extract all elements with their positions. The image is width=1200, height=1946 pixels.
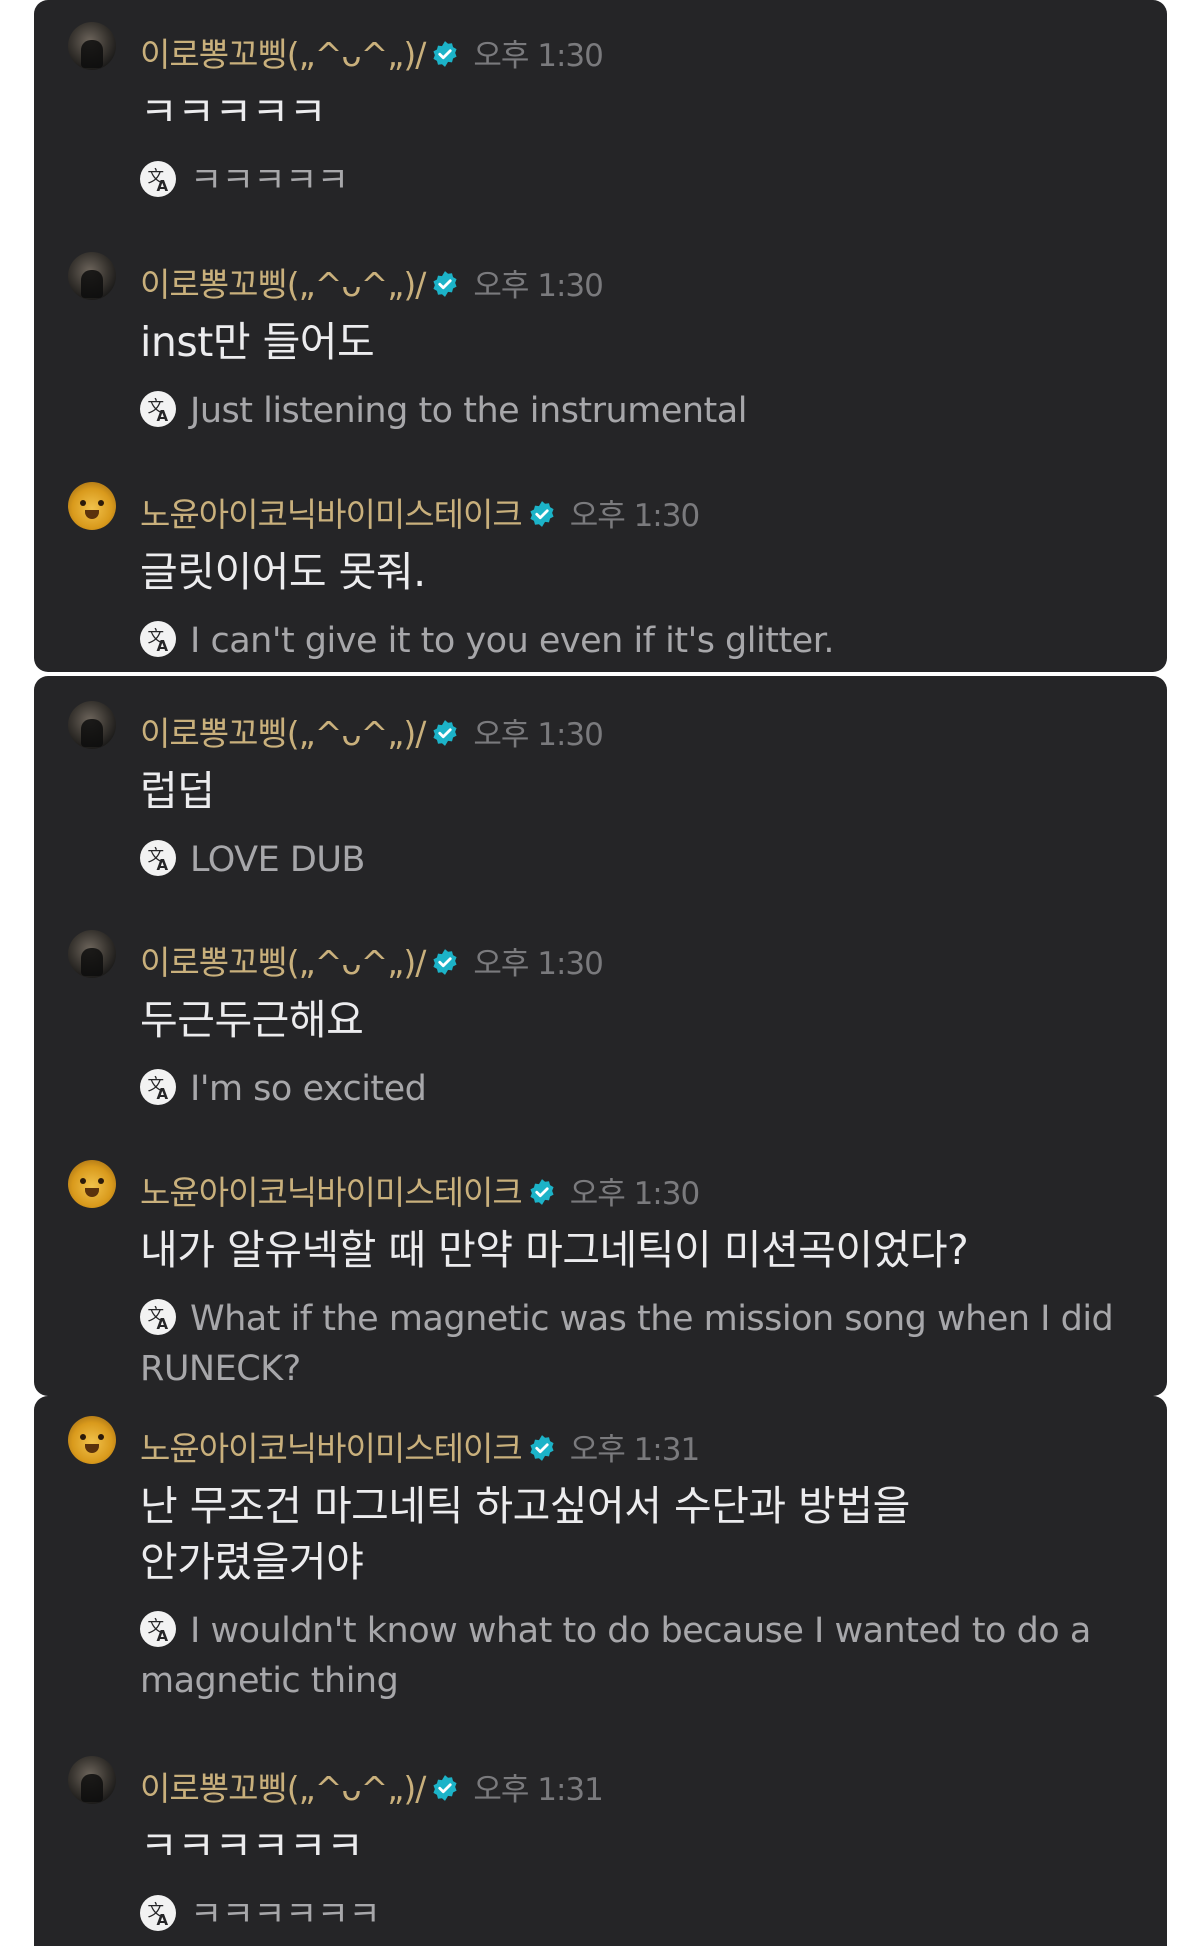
translation-row: 文 A I'm so excited (140, 1064, 1147, 1114)
translation-text: ㅋㅋㅋㅋㅋ (190, 161, 349, 201)
message-text: inst만 들어도 (140, 318, 375, 366)
translation-row: 文 A LOVE DUB (140, 835, 1147, 885)
translation-text: LOVE DUB (190, 840, 365, 880)
translation-row: 文AI wouldn't know what to do because I w… (140, 1606, 1147, 1706)
user-avatar[interactable] (68, 252, 116, 300)
svg-text:A: A (157, 407, 169, 425)
verified-badge-icon (530, 1178, 554, 1205)
translate-icon[interactable]: 文A (140, 621, 176, 657)
translate-icon[interactable]: 文A (140, 1299, 176, 1335)
translate-icon[interactable]: 文A (140, 161, 176, 197)
translation-row: 文 A Just listening to the instrumental (140, 386, 1147, 436)
chat-message: 노윤아이코닉바이미스테이크 오후 1:31 난 무조건 마그네틱 하고싶어서 수단… (68, 1416, 1147, 1706)
user-avatar[interactable] (68, 1416, 116, 1464)
translation-text: I wouldn't know what to do because I wan… (140, 1611, 1091, 1701)
translate-icon[interactable]: 文A (140, 1895, 176, 1931)
message-text: 글릿이어도 못줘. (140, 548, 426, 596)
verified-badge-icon (433, 40, 457, 67)
verified-badge-icon (433, 270, 457, 297)
chat-message: 노윤아이코닉바이미스테이크 오후 1:30 내가 알유넥할 때 만약 마그네틱이 … (68, 1160, 1147, 1394)
translation-text: ㅋㅋㅋㅋㅋㅋ (190, 1895, 381, 1935)
chat-panel: 이로뽕꼬삥(„^ᴗ^„)/ 오후 1:30 럽덥 文 A LOVE DUB 이로뽕꼬삥… (34, 676, 1167, 1396)
translation-text: Just listening to the instrumental (190, 391, 747, 431)
message-text: 럽덥 (140, 767, 215, 815)
chat-message: 이로뽕꼬삥(„^ᴗ^„)/ 오후 1:30 inst만 들어도 文 A Just li… (68, 252, 1147, 436)
translation-text: I can't give it to you even if it's glit… (190, 621, 835, 661)
svg-text:A: A (157, 1627, 169, 1645)
username[interactable]: 이로뽕꼬삥(„^ᴗ^„)/ (140, 1769, 426, 1808)
verified-badge-icon (530, 500, 554, 527)
svg-text:A: A (157, 177, 169, 195)
message-text: 두근두근해요 (140, 996, 364, 1044)
translate-icon[interactable]: 文A (140, 391, 176, 427)
timestamp: 오후 1:30 (473, 946, 604, 982)
svg-text:A: A (157, 1911, 169, 1929)
message-text: ㅋㅋㅋㅋㅋㅋ (140, 1822, 364, 1870)
username[interactable]: 노윤아이코닉바이미스테이크 (140, 495, 523, 534)
username[interactable]: 노윤아이코닉바이미스테이크 (140, 1173, 523, 1212)
svg-text:A: A (157, 1315, 169, 1333)
message-text: 내가 알유넥할 때 만약 마그네틱이 미션곡이었다? (140, 1226, 969, 1274)
verified-badge-icon (433, 1774, 457, 1801)
username[interactable]: 이로뽕꼬삥(„^ᴗ^„)/ (140, 714, 426, 753)
chat-message: 노윤아이코닉바이미스테이크 오후 1:30 글릿이어도 못줘. 文A I can't… (68, 482, 1147, 666)
chat-message: 이로뽕꼬삥(„^ᴗ^„)/ 오후 1:30 럽덥 文 A LOVE DUB (68, 701, 1147, 885)
svg-text:A: A (157, 637, 169, 655)
username[interactable]: 이로뽕꼬삥(„^ᴗ^„)/ (140, 35, 426, 74)
user-avatar[interactable] (68, 930, 116, 978)
username[interactable]: 이로뽕꼬삥(„^ᴗ^„)/ (140, 943, 426, 982)
user-avatar[interactable] (68, 1160, 116, 1208)
timestamp: 오후 1:31 (569, 1432, 701, 1468)
username[interactable]: 이로뽕꼬삥(„^ᴗ^„)/ (140, 265, 426, 304)
translation-text: What if the magnetic was the mission son… (140, 1299, 1114, 1389)
timestamp: 오후 1:30 (569, 498, 701, 534)
user-avatar[interactable] (68, 22, 116, 70)
username[interactable]: 노윤아이코닉바이미스테이크 (140, 1429, 523, 1468)
user-avatar[interactable] (68, 701, 116, 749)
translation-text: I'm so excited (190, 1069, 427, 1109)
message-text: ㅋㅋㅋㅋㅋ (140, 88, 327, 136)
timestamp: 오후 1:30 (569, 1176, 701, 1212)
verified-badge-icon (530, 1434, 554, 1461)
translation-row: 文 A What if the magnetic was the mission s… (140, 1294, 1147, 1394)
translate-icon[interactable]: 文A (140, 840, 176, 876)
translate-icon[interactable]: 文A (140, 1611, 176, 1647)
user-avatar[interactable] (68, 482, 116, 530)
translation-row: 文A I can't give it to you even if it's gl… (140, 616, 1147, 666)
translation-row: 文 A ㅋㅋㅋㅋㅋㅋ (140, 1890, 1147, 1940)
user-avatar[interactable] (68, 1756, 116, 1804)
timestamp: 오후 1:30 (473, 268, 604, 304)
timestamp: 오후 1:30 (473, 717, 604, 753)
translate-icon[interactable]: 文A (140, 1069, 176, 1105)
chat-panel: 이로뽕꼬삥(„^ᴗ^„)/ 오후 1:30 ㅋㅋㅋㅋㅋ 文 A ㅋㅋㅋㅋㅋ 이로뽕꼬삥… (34, 0, 1167, 672)
verified-badge-icon (433, 719, 457, 746)
chat-message: 이로뽕꼬삥(„^ᴗ^„)/ 오후 1:30 두근두근해요 文 A I'm so exc… (68, 930, 1147, 1114)
chat-panel: 노윤아이코닉바이미스테이크 오후 1:31 난 무조건 마그네틱 하고싶어서 수단… (34, 1396, 1167, 1946)
translation-row: 文 A ㅋㅋㅋㅋㅋ (140, 156, 1147, 206)
chat-message: 이로뽕꼬삥(„^ᴗ^„)/ 오후 1:30 ㅋㅋㅋㅋㅋ 文 A ㅋㅋㅋㅋㅋ (68, 22, 1147, 206)
message-text: 난 무조건 마그네틱 하고싶어서 수단과 방법을 안가렸을거야 (140, 1482, 910, 1586)
chat-message: 이로뽕꼬삥(„^ᴗ^„)/ 오후 1:31 ㅋㅋㅋㅋㅋㅋ 文 A ㅋㅋㅋㅋㅋㅋ (68, 1756, 1147, 1940)
timestamp: 오후 1:30 (473, 38, 604, 74)
verified-badge-icon (433, 948, 457, 975)
svg-text:A: A (157, 1085, 169, 1103)
svg-text:A: A (157, 856, 169, 874)
timestamp: 오후 1:31 (473, 1772, 604, 1808)
